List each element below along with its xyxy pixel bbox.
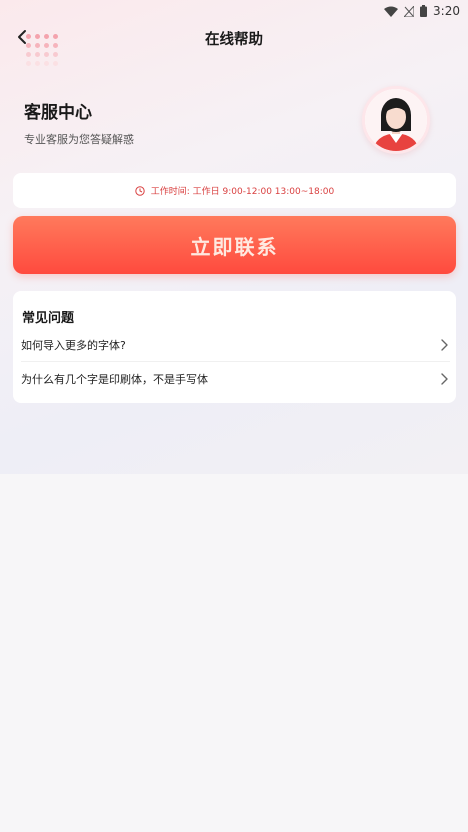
- faq-card: 常见问题 如何导入更多的字体? 为什么有几个字是印刷体，不是手写体: [13, 291, 456, 403]
- faq-question: 为什么有几个字是印刷体，不是手写体: [21, 373, 208, 386]
- contact-now-button[interactable]: 立即联系: [13, 216, 456, 274]
- faq-item[interactable]: 为什么有几个字是印刷体，不是手写体: [21, 362, 450, 396]
- service-center-header: 客服中心 专业客服为您答疑解惑: [24, 98, 134, 147]
- chevron-right-icon: [440, 372, 450, 386]
- signal-off-icon: [402, 2, 415, 21]
- status-time: 3:20: [433, 4, 460, 18]
- faq-item[interactable]: 如何导入更多的字体?: [21, 328, 450, 362]
- status-bar: 3:20: [0, 0, 468, 22]
- faq-title: 常见问题: [22, 311, 75, 326]
- page-title: 在线帮助: [205, 32, 263, 48]
- chevron-right-icon: [440, 338, 450, 352]
- customer-service-avatar: [362, 86, 430, 154]
- working-hours-card: 工作时间: 工作日 9:00-12:00 13:00~18:00: [13, 173, 456, 208]
- wifi-icon: [384, 2, 399, 21]
- clock-icon: [135, 181, 145, 200]
- decorative-dots: [26, 34, 62, 74]
- faq-question: 如何导入更多的字体?: [21, 338, 126, 352]
- nav-bar: 在线帮助: [0, 22, 468, 56]
- working-hours-text: 工作时间: 工作日 9:00-12:00 13:00~18:00: [150, 187, 335, 197]
- battery-icon: [420, 2, 428, 21]
- service-center-title: 客服中心: [24, 103, 92, 123]
- service-center-subtitle: 专业客服为您答疑解惑: [24, 133, 134, 146]
